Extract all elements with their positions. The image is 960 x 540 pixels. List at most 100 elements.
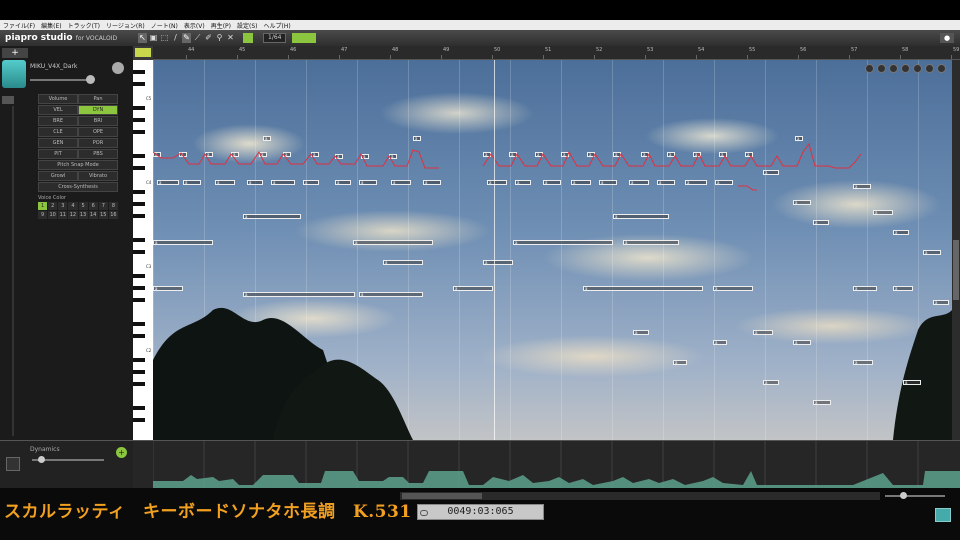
window-icon[interactable] bbox=[935, 508, 951, 522]
black-key[interactable] bbox=[133, 154, 145, 158]
param-button[interactable]: BRI bbox=[78, 116, 118, 126]
add-lane-button[interactable]: + bbox=[116, 447, 127, 458]
black-key[interactable] bbox=[133, 82, 145, 86]
param-button[interactable]: VEL bbox=[38, 105, 78, 115]
param-button[interactable]: BRE bbox=[38, 116, 78, 126]
zoom-tool-icon[interactable]: ⚲ bbox=[215, 33, 224, 43]
black-key[interactable] bbox=[133, 166, 145, 170]
param-button[interactable]: Cross-Synthesis bbox=[38, 182, 118, 192]
speaker-icon[interactable] bbox=[889, 64, 898, 73]
param-button[interactable]: OPE bbox=[78, 127, 118, 137]
black-key[interactable] bbox=[133, 298, 145, 302]
lane-icon[interactable] bbox=[6, 457, 20, 471]
metronome-icon[interactable] bbox=[913, 64, 922, 73]
black-key[interactable] bbox=[133, 190, 145, 194]
piano-roll[interactable]: aaaaaaaaaaaaaaaaaaaaaaaaaaaaaaaaaaaaaaaa… bbox=[153, 60, 952, 440]
zoom-icon[interactable] bbox=[937, 64, 946, 73]
pointer-tool-icon[interactable]: ↖ bbox=[138, 33, 147, 43]
voice-button[interactable]: 9 bbox=[38, 211, 48, 219]
singer-avatar[interactable] bbox=[2, 60, 26, 88]
voice-button[interactable]: 13 bbox=[78, 211, 88, 219]
pencil-tool-icon[interactable]: ✎ bbox=[182, 33, 191, 43]
menu-item[interactable]: 設定(S) bbox=[237, 21, 258, 30]
menu-item[interactable]: 再生(P) bbox=[211, 21, 231, 30]
piano-keyboard[interactable]: C5 C4 C3 C2 bbox=[133, 60, 153, 440]
record-icon[interactable] bbox=[901, 64, 910, 73]
voice-button[interactable]: 10 bbox=[48, 211, 58, 219]
menu-item[interactable]: ノート(N) bbox=[151, 21, 178, 30]
black-key[interactable] bbox=[133, 130, 145, 134]
track-scrollbar[interactable] bbox=[12, 106, 14, 436]
black-key[interactable] bbox=[133, 238, 145, 242]
menu-item[interactable]: 編集(E) bbox=[41, 21, 61, 30]
settings-icon[interactable]: ● bbox=[940, 33, 954, 43]
voice-button[interactable]: 7 bbox=[98, 202, 108, 210]
menu-item[interactable]: トラック(T) bbox=[68, 21, 100, 30]
black-key[interactable] bbox=[133, 286, 145, 290]
param-button[interactable]: Volume bbox=[38, 94, 78, 104]
param-button[interactable]: Pitch Snap Mode bbox=[38, 160, 118, 170]
voice-button[interactable]: 5 bbox=[78, 202, 88, 210]
menu-item[interactable]: ファイル(F) bbox=[3, 21, 35, 30]
measure-ruler[interactable]: 44 45 46 47 48 49 50 51 52 53 54 55 56 57 58 59 bbox=[153, 46, 960, 60]
track-volume-knob[interactable] bbox=[86, 75, 95, 84]
param-button[interactable]: Growl bbox=[38, 171, 78, 181]
dynamics-lane[interactable] bbox=[133, 440, 960, 489]
camera-tool-icon[interactable]: ▣ bbox=[149, 33, 158, 43]
voice-button[interactable]: 1 bbox=[38, 202, 48, 210]
snap-toggle[interactable] bbox=[243, 33, 253, 43]
line-tool-icon[interactable]: / bbox=[171, 33, 180, 43]
black-key[interactable] bbox=[133, 274, 145, 278]
black-key[interactable] bbox=[133, 106, 145, 110]
menu-item[interactable]: リージョン(R) bbox=[106, 21, 145, 30]
param-button[interactable]: GEN bbox=[38, 138, 78, 148]
pitch-icon[interactable] bbox=[877, 64, 886, 73]
scale-icon[interactable] bbox=[925, 64, 934, 73]
brush-tool-icon[interactable]: ⟋ bbox=[193, 33, 202, 43]
horizontal-scrollbar[interactable] bbox=[400, 492, 880, 500]
black-key[interactable] bbox=[133, 418, 145, 422]
snap-button[interactable] bbox=[292, 33, 317, 43]
eraser-tool-icon[interactable]: ✐ bbox=[204, 33, 213, 43]
voice-button[interactable]: 12 bbox=[68, 211, 78, 219]
param-button[interactable]: Vibrato bbox=[78, 171, 118, 181]
menu-item[interactable]: ヘルプ(H) bbox=[264, 21, 291, 30]
scrollbar-thumb[interactable] bbox=[953, 240, 959, 300]
note-color-icon[interactable] bbox=[865, 64, 874, 73]
add-track-button[interactable]: + bbox=[2, 48, 28, 58]
select-tool-icon[interactable]: ⬚ bbox=[160, 33, 169, 43]
voice-button[interactable]: 6 bbox=[88, 202, 98, 210]
playhead[interactable] bbox=[494, 60, 495, 440]
black-key[interactable] bbox=[133, 214, 145, 218]
black-key[interactable] bbox=[133, 250, 145, 254]
param-button[interactable]: PIT bbox=[38, 149, 78, 159]
black-key[interactable] bbox=[133, 334, 145, 338]
menu-item[interactable]: 表示(V) bbox=[184, 21, 205, 30]
black-key[interactable] bbox=[133, 118, 145, 122]
black-key[interactable] bbox=[133, 70, 145, 74]
voice-button[interactable]: 3 bbox=[58, 202, 68, 210]
black-key[interactable] bbox=[133, 382, 145, 386]
track-menu-button[interactable] bbox=[2, 96, 14, 104]
zoom-slider-knob[interactable] bbox=[900, 492, 907, 499]
voice-button[interactable]: 14 bbox=[88, 211, 98, 219]
black-key[interactable] bbox=[133, 358, 145, 362]
voice-button[interactable]: 2 bbox=[48, 202, 58, 210]
quantize-select[interactable]: 1/64 bbox=[263, 33, 287, 43]
voice-button[interactable]: 4 bbox=[68, 202, 78, 210]
track-volume-slider[interactable] bbox=[30, 79, 90, 81]
black-key[interactable] bbox=[133, 202, 145, 206]
region-button[interactable] bbox=[135, 48, 151, 57]
zoom-slider[interactable] bbox=[885, 495, 945, 497]
voice-button[interactable]: 16 bbox=[108, 211, 118, 219]
param-button[interactable]: DYN bbox=[78, 105, 118, 115]
param-button[interactable]: POR bbox=[78, 138, 118, 148]
piano-roll-vertical-scrollbar[interactable] bbox=[952, 60, 960, 440]
black-key[interactable] bbox=[133, 322, 145, 326]
param-button[interactable]: CLE bbox=[38, 127, 78, 137]
param-button[interactable]: PBS bbox=[78, 149, 118, 159]
voice-button[interactable]: 15 bbox=[98, 211, 108, 219]
black-key[interactable] bbox=[133, 370, 145, 374]
voice-button[interactable]: 11 bbox=[58, 211, 68, 219]
pan-knob[interactable] bbox=[112, 62, 124, 74]
